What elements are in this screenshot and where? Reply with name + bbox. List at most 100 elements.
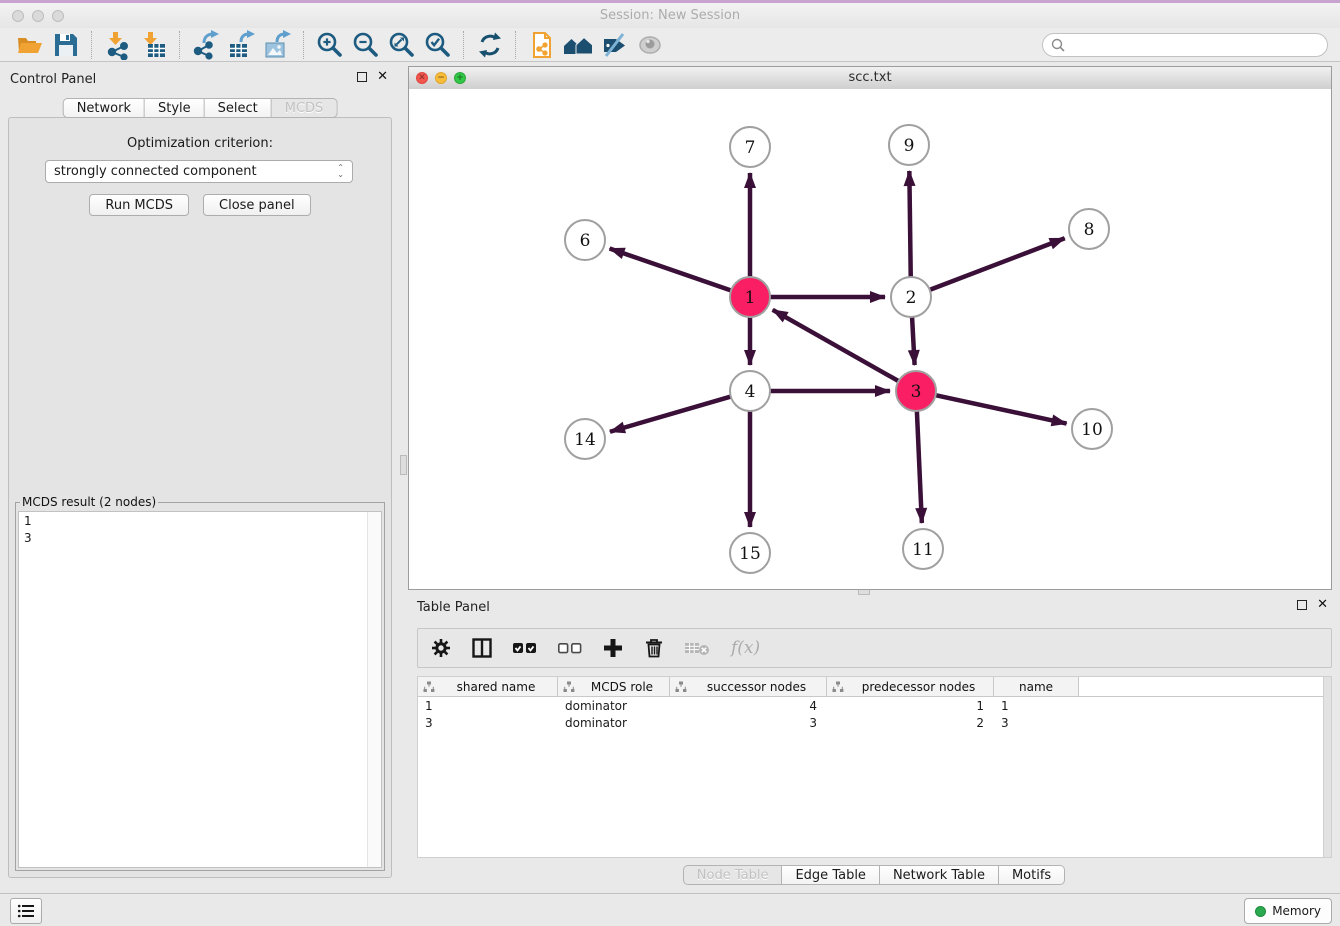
- select-all-icon[interactable]: [512, 636, 538, 660]
- search-input[interactable]: [1071, 37, 1319, 53]
- graph-edge-1-6[interactable]: [610, 248, 732, 290]
- table-toolbar: f(x): [417, 628, 1332, 668]
- column-header-predecessor-nodes[interactable]: predecessor nodes: [827, 677, 994, 696]
- graph-edge-4-14[interactable]: [610, 397, 731, 432]
- graph-node-label-6: 6: [580, 231, 591, 251]
- graph-node-label-1: 1: [745, 288, 756, 308]
- network-window-titlebar[interactable]: ✕ − + scc.txt: [409, 67, 1331, 90]
- toggle-panel-icon[interactable]: [471, 636, 493, 660]
- close-panel-button[interactable]: Close panel: [203, 194, 311, 216]
- control-panel: Control Panel ✕ NetworkStyleSelectMCDS O…: [0, 62, 400, 888]
- mcds-result-title: MCDS result (2 nodes): [20, 495, 158, 509]
- save-session-icon[interactable]: [48, 30, 84, 60]
- column-header-name[interactable]: name: [994, 677, 1079, 696]
- graph-edge-3-1[interactable]: [773, 310, 899, 381]
- deselect-all-icon[interactable]: [557, 636, 583, 660]
- cell-name: 3: [994, 716, 1079, 730]
- graph-edge-2-3[interactable]: [912, 317, 915, 365]
- status-bar: Memory: [0, 893, 1340, 926]
- table-row[interactable]: 1dominator411: [418, 697, 1331, 714]
- function-builder-icon: f(x): [731, 636, 760, 660]
- mcds-result-group: MCDS result (2 nodes) 1 3: [15, 495, 385, 871]
- graph-node-label-4: 4: [745, 382, 756, 402]
- tab-network[interactable]: Network: [63, 98, 145, 118]
- graph-edge-2-8[interactable]: [930, 238, 1065, 290]
- tab-mcds[interactable]: MCDS: [272, 98, 338, 118]
- graph-node-label-10: 10: [1081, 420, 1103, 440]
- search-box[interactable]: [1042, 33, 1328, 57]
- memory-label: Memory: [1272, 904, 1321, 918]
- network-canvas[interactable]: 7968124314101511: [409, 89, 1331, 589]
- home-icon[interactable]: [560, 30, 596, 60]
- cell-predecessor-nodes: 2: [827, 716, 994, 730]
- zoom-selected-icon[interactable]: [420, 30, 456, 60]
- optimization-dropdown[interactable]: strongly connected component ⌃⌄: [45, 160, 353, 183]
- cell-predecessor-nodes: 1: [827, 699, 994, 713]
- node-table[interactable]: shared nameMCDS rolesuccessor nodesprede…: [417, 676, 1332, 858]
- hide-labels-icon[interactable]: [596, 30, 632, 60]
- mcds-result-list[interactable]: 1 3: [18, 511, 382, 868]
- cell-successor-nodes: 4: [670, 699, 827, 713]
- task-history-button[interactable]: [10, 898, 42, 924]
- vertical-splitter[interactable]: [400, 455, 407, 475]
- tab-style[interactable]: Style: [145, 98, 205, 118]
- tab-select[interactable]: Select: [205, 98, 272, 118]
- import-network-icon[interactable]: [100, 30, 136, 60]
- cell-shared-name: 1: [418, 699, 558, 713]
- open-network-file-icon[interactable]: [524, 30, 560, 60]
- graph-node-label-8: 8: [1084, 220, 1095, 240]
- table-header-row: shared nameMCDS rolesuccessor nodesprede…: [418, 677, 1331, 697]
- graph-node-label-9: 9: [904, 136, 915, 156]
- window-titlebar: Session: New Session: [0, 0, 1340, 29]
- mcds-panel: Optimization criterion: strongly connect…: [8, 117, 392, 878]
- run-mcds-button[interactable]: Run MCDS: [89, 194, 189, 216]
- memory-button[interactable]: Memory: [1244, 898, 1332, 924]
- settings-gear-icon[interactable]: [430, 636, 452, 660]
- network-window-title: scc.txt: [409, 70, 1331, 85]
- float-panel-icon[interactable]: [357, 72, 367, 82]
- show-details-icon[interactable]: [632, 30, 668, 60]
- graph-node-label-15: 15: [739, 544, 761, 564]
- export-table-icon[interactable]: [224, 30, 260, 60]
- graph-edge-3-11[interactable]: [917, 411, 922, 523]
- graph-node-label-7: 7: [745, 138, 756, 158]
- table-panel-title: Table Panel: [417, 600, 490, 615]
- toolbar-separator: [91, 31, 93, 59]
- cell-mcds-role: dominator: [558, 699, 670, 713]
- toolbar-separator: [515, 31, 517, 59]
- export-network-icon[interactable]: [188, 30, 224, 60]
- delete-row-icon[interactable]: [643, 636, 665, 660]
- close-table-panel-icon[interactable]: ✕: [1317, 600, 1328, 610]
- refresh-icon[interactable]: [472, 30, 508, 60]
- search-icon: [1051, 38, 1065, 52]
- graph-node-label-2: 2: [906, 288, 917, 308]
- tab-network-table[interactable]: Network Table: [880, 865, 999, 885]
- column-header-mcds-role[interactable]: MCDS role: [558, 677, 670, 696]
- graph-edge-3-10[interactable]: [936, 395, 1067, 423]
- toolbar-separator: [303, 31, 305, 59]
- tab-edge-table[interactable]: Edge Table: [782, 865, 879, 885]
- table-body: 1dominator4113dominator323: [418, 697, 1331, 731]
- close-panel-icon[interactable]: ✕: [377, 72, 388, 82]
- import-table-icon[interactable]: [136, 30, 172, 60]
- add-row-icon[interactable]: [602, 636, 624, 660]
- column-header-shared-name[interactable]: shared name: [418, 677, 558, 696]
- control-panel-tabs: NetworkStyleSelectMCDS: [63, 98, 338, 118]
- zoom-fit-icon[interactable]: [384, 30, 420, 60]
- cell-mcds-role: dominator: [558, 716, 670, 730]
- list-icon: [17, 903, 35, 919]
- open-session-icon[interactable]: [12, 30, 48, 60]
- tab-motifs[interactable]: Motifs: [999, 865, 1065, 885]
- float-table-panel-icon[interactable]: [1297, 600, 1307, 610]
- table-row[interactable]: 3dominator323: [418, 714, 1331, 731]
- main-toolbar: [0, 28, 1340, 62]
- network-window: ✕ − + scc.txt 7968124314101511: [408, 66, 1332, 590]
- zoom-out-icon[interactable]: [348, 30, 384, 60]
- tab-node-table[interactable]: Node Table: [683, 865, 783, 885]
- zoom-in-icon[interactable]: [312, 30, 348, 60]
- export-image-icon[interactable]: [260, 30, 296, 60]
- graph-edge-2-9[interactable]: [909, 171, 910, 277]
- table-panel: Table Panel ✕ f(x) shared nameMCDS roles…: [408, 597, 1340, 888]
- toolbar-separator: [179, 31, 181, 59]
- column-header-successor-nodes[interactable]: successor nodes: [670, 677, 827, 696]
